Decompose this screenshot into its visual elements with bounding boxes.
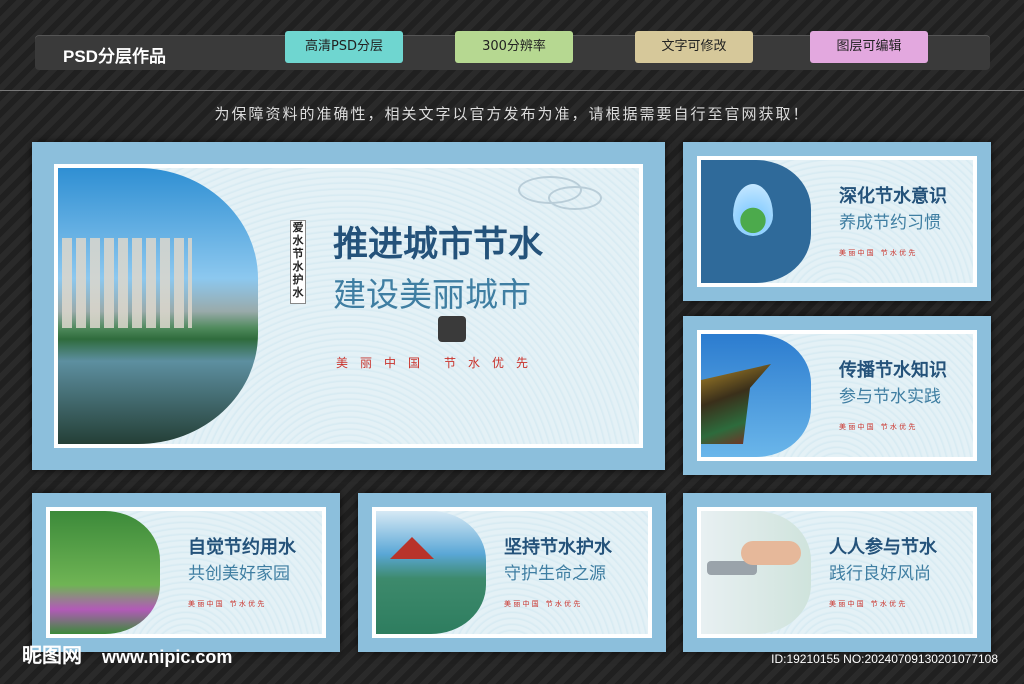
board1-motto: 美 丽 中 国 节 水 优 先 — [839, 249, 916, 257]
board3-motto: 美 丽 中 国 节 水 优 先 — [188, 600, 265, 608]
faucet-photo — [701, 511, 811, 634]
main-board: 爱水节水护水 推进城市节水 建设美丽城市 美 丽 中 国 节 水 优 先 — [32, 142, 665, 470]
board5-subline: 践行良好风尚 — [829, 564, 931, 584]
site-logo: 昵图网 — [22, 643, 82, 667]
image-id: ID:19210155 NO:20240709130201077108 — [771, 652, 998, 666]
top-bar-title: PSD分层作品 — [63, 47, 166, 66]
board-garden: 自觉节约用水 共创美好家园 美 丽 中 国 节 水 优 先 — [32, 493, 340, 652]
board3-headline: 自觉节约用水 — [188, 537, 296, 558]
building-silhouettes — [62, 238, 192, 328]
cloud-ornament — [548, 186, 602, 210]
city-river-photo — [58, 168, 258, 444]
tag-editable-text: 文字可修改 — [635, 31, 753, 63]
hand-shape — [741, 541, 801, 565]
top-bar: PSD分层作品 高清PSD分层 300分辨率 文字可修改 图层可编辑 — [35, 31, 990, 70]
water-drop-photo — [701, 160, 811, 283]
board2-headline: 传播节水知识 — [839, 360, 947, 381]
board2-motto: 美 丽 中 国 节 水 优 先 — [839, 423, 916, 431]
roof-shape — [701, 364, 771, 444]
drop-icon — [733, 184, 773, 236]
board-lake-pavilion: 坚持节水护水 守护生命之源 美 丽 中 国 节 水 优 先 — [358, 493, 666, 652]
pavilion-shape — [390, 537, 434, 559]
board4-motto: 美 丽 中 国 节 水 优 先 — [504, 600, 581, 608]
board-pavilion: 传播节水知识 参与节水实践 美 丽 中 国 节 水 优 先 — [683, 316, 991, 475]
board5-headline: 人人参与节水 — [829, 537, 937, 558]
board5-motto: 美 丽 中 国 节 水 优 先 — [829, 600, 906, 608]
lake-pavilion-photo — [376, 511, 486, 634]
board4-subline: 守护生命之源 — [504, 564, 606, 584]
board-faucet: 人人参与节水 践行良好风尚 美 丽 中 国 节 水 优 先 — [683, 493, 991, 652]
garden-photo — [50, 511, 160, 634]
board-water-drop: 深化节水意识 养成节约习惯 美 丽 中 国 节 水 优 先 — [683, 142, 991, 301]
tag-resolution: 300分辨率 — [455, 31, 573, 63]
main-motto: 美 丽 中 国 节 水 优 先 — [336, 356, 529, 370]
main-subline: 建设美丽城市 — [333, 275, 531, 314]
board1-subline: 养成节约习惯 — [839, 213, 941, 233]
board2-subline: 参与节水实践 — [839, 387, 941, 407]
tag-hd-psd: 高清PSD分层 — [285, 31, 403, 63]
divider — [0, 90, 1024, 91]
seal-emblem — [438, 316, 466, 342]
notice-text: 为保障资料的准确性，相关文字以官方发布为准，请根据需要自行至官网获取！ — [214, 105, 810, 123]
tag-editable-layers: 图层可编辑 — [810, 31, 928, 63]
board1-headline: 深化节水意识 — [839, 186, 947, 207]
board3-subline: 共创美好家园 — [188, 564, 290, 584]
roof-photo — [701, 334, 811, 457]
main-headline: 推进城市节水 — [333, 225, 544, 265]
vertical-slogan: 爱水节水护水 — [290, 220, 306, 304]
board4-headline: 坚持节水护水 — [504, 537, 612, 558]
site-url: www.nipic.com — [102, 647, 233, 667]
